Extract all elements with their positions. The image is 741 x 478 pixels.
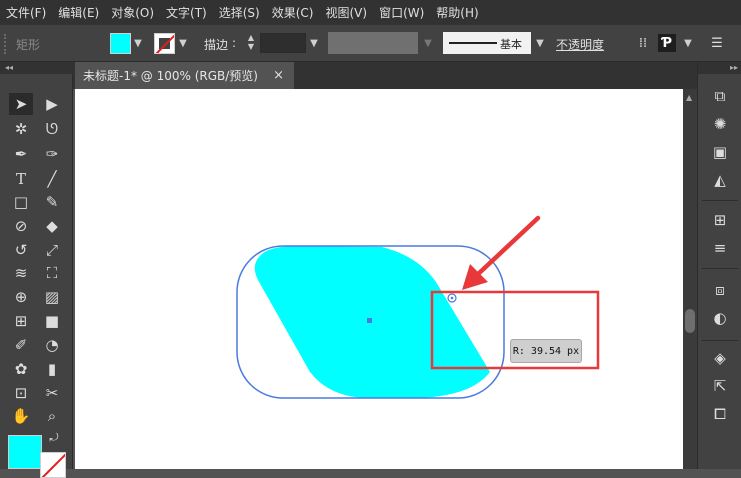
radius-tooltip: R: 39.54 px <box>510 339 582 363</box>
annotation-arrow-shaft <box>473 215 541 279</box>
cyan-shape[interactable] <box>254 246 490 398</box>
vertical-scrollbar[interactable]: ▲ <box>683 89 697 469</box>
panel-dock-expand-icon[interactable]: ▸▸ <box>698 62 741 74</box>
stroke-icon[interactable]: ≡ <box>710 238 730 258</box>
canvas-overlay <box>236 215 600 399</box>
artboards-icon[interactable]: ⧠ <box>710 404 730 424</box>
transparency-icon[interactable]: ◐ <box>710 308 730 328</box>
pathfinder-icon[interactable]: ⧈ <box>710 280 730 300</box>
layers-icon[interactable]: ◈ <box>710 348 730 368</box>
panel-dock: ▸▸ ⧉ ✺ ▣ ◭ ⊞ ≡ ⧈ ◐ ◈ ⇱ ⧠ <box>697 62 741 469</box>
scrollbar-thumb[interactable] <box>685 309 695 333</box>
corner-widget-dot <box>450 296 454 300</box>
align-icon[interactable]: ⊞ <box>710 210 730 230</box>
swatches-icon[interactable]: ▣ <box>710 142 730 162</box>
export-icon[interactable]: ⇱ <box>710 376 730 396</box>
center-point-marker <box>367 318 372 323</box>
scroll-up-icon[interactable]: ▲ <box>686 93 692 102</box>
libraries-icon[interactable]: ◭ <box>710 170 730 190</box>
transform-icon[interactable]: ⧉ <box>710 86 730 106</box>
color-icon[interactable]: ✺ <box>710 114 730 134</box>
